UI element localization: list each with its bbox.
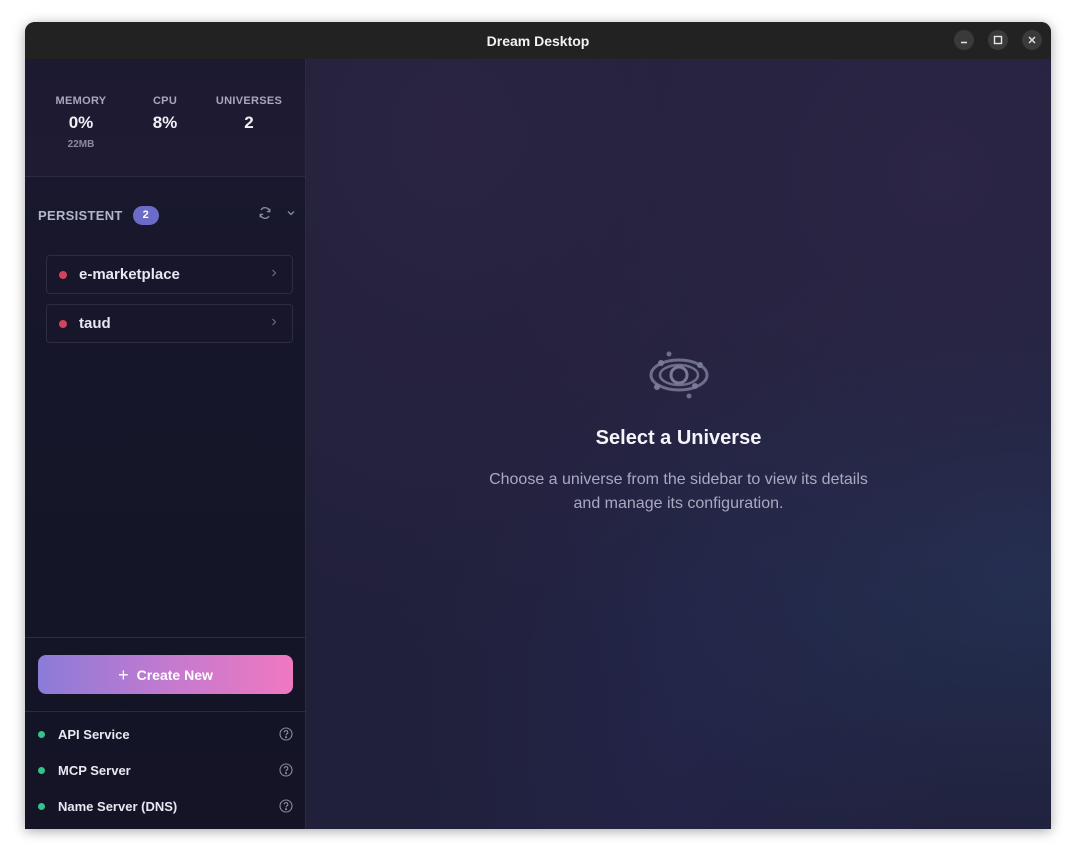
empty-state-title: Select a Universe [595,427,762,449]
window-controls [954,30,1042,50]
refresh-icon[interactable] [258,206,272,220]
service-dns: Name Server (DNS) [38,796,293,816]
help-icon[interactable] [279,799,293,813]
divider [25,711,305,712]
status-dot [38,730,45,738]
minimize-button[interactable] [954,30,974,50]
close-icon [1028,36,1036,44]
maximize-button[interactable] [988,30,1008,50]
service-label: MCP Server [58,762,131,778]
universe-item-label: e-marketplace [79,266,180,283]
memory-sub: 22MB [67,139,95,150]
memory-stat: MEMORY 0% 22MB [47,95,115,150]
title-bar: Dream Desktop [25,22,1051,60]
help-icon[interactable] [279,763,293,777]
status-dot [38,802,45,810]
persistent-count-badge: 2 [132,205,159,225]
service-label: API Service [58,726,130,742]
service-label: Name Server (DNS) [58,798,178,814]
status-dot [38,766,45,774]
universe-item-e-marketplace[interactable]: e-marketplace [46,255,293,294]
minimize-icon [961,41,967,44]
universe-orbit-icon [306,349,1051,401]
cpu-stat: CPU 8% [137,95,193,133]
universe-item-taud[interactable]: taud [46,304,293,343]
main-content: Select a Universe Choose a universe from… [306,59,1051,829]
chevron-right-icon [272,318,277,326]
create-new-label: Create New [136,666,213,683]
status-dot [59,319,67,328]
service-mcp: MCP Server [38,760,293,780]
cpu-value: 8% [152,113,178,132]
persistent-section-header: PERSISTENT 2 [38,203,296,227]
create-new-button[interactable]: + Create New [38,655,293,694]
chevron-right-icon [272,269,277,277]
sidebar: MEMORY 0% 22MB CPU 8% UNIVERSES 2 PERSIS… [25,59,306,829]
chevron-down-icon[interactable] [286,208,296,218]
persistent-label: PERSISTENT [38,207,123,223]
divider [25,637,305,638]
memory-label: MEMORY [55,95,107,107]
status-dot [59,270,67,279]
universes-value: 2 [244,113,254,132]
empty-state: Select a Universe Choose a universe from… [306,349,1051,516]
close-button[interactable] [1022,30,1042,50]
app-window: Dream Desktop MEMORY 0% 22MB CPU 8% UNIV… [25,22,1051,829]
memory-value: 0% [68,113,94,132]
universes-stat: UNIVERSES 2 [211,95,287,133]
universe-item-label: taud [79,315,111,332]
section-actions [258,206,296,220]
help-icon[interactable] [279,727,293,741]
cpu-label: CPU [152,95,178,107]
plus-icon: + [118,664,129,685]
maximize-icon [993,35,1003,45]
service-api: API Service [38,724,293,744]
stats-panel: MEMORY 0% 22MB CPU 8% UNIVERSES 2 [25,59,305,177]
window-title: Dream Desktop [486,32,590,49]
universes-label: UNIVERSES [215,95,283,107]
empty-state-description: Choose a universe from the sidebar to vi… [489,471,868,512]
